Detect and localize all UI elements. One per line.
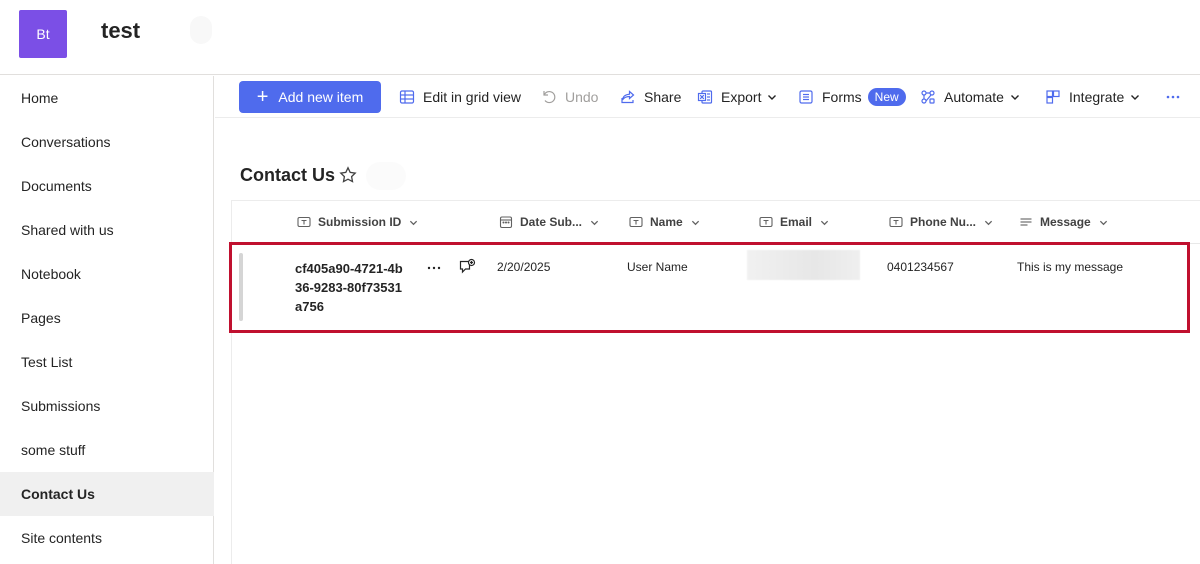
add-new-item-button[interactable]: + Add new item	[239, 81, 381, 113]
grid-icon	[399, 90, 415, 104]
text-field-icon	[759, 216, 773, 228]
undo-icon	[543, 91, 556, 104]
text-field-icon	[889, 216, 903, 228]
export-button[interactable]: Export	[697, 81, 777, 113]
header-placeholder	[190, 16, 212, 44]
left-nav: Home Conversations Documents Shared with…	[0, 76, 214, 564]
edit-grid-view-button[interactable]: Edit in grid view	[399, 81, 521, 113]
column-header-date-submitted[interactable]: Date Sub...	[499, 201, 599, 243]
chevron-down-icon	[1010, 95, 1019, 100]
nav-item-site-contents[interactable]: Site contents	[0, 516, 214, 560]
plus-icon: +	[256, 86, 269, 108]
undo-button[interactable]: Undo	[541, 81, 598, 113]
calendar-icon	[499, 216, 513, 229]
title-placeholder	[366, 162, 406, 190]
nav-item-conversations[interactable]: Conversations	[0, 120, 214, 164]
column-header-email[interactable]: Email	[759, 201, 829, 243]
more-options-icon[interactable]	[425, 259, 443, 277]
add-new-item-label: Add new item	[278, 89, 364, 105]
automate-icon	[921, 90, 935, 104]
row-selection-bar[interactable]	[239, 253, 243, 321]
cell-name: User Name	[627, 260, 688, 274]
text-field-icon	[297, 216, 311, 228]
column-label: Date Sub...	[520, 215, 583, 229]
column-header-phone-number[interactable]: Phone Nu...	[889, 201, 993, 243]
command-bar: + Add new item Edit in grid view Undo Sh…	[215, 76, 1200, 118]
nav-item-notebook[interactable]: Notebook	[0, 252, 214, 296]
chevron-down-icon	[768, 95, 777, 100]
share-label: Share	[644, 89, 682, 105]
chevron-down-icon	[590, 220, 599, 225]
site-title[interactable]: test	[101, 18, 140, 44]
more-commands-button[interactable]	[1165, 81, 1189, 113]
undo-label: Undo	[565, 89, 599, 105]
list-title: Contact Us	[240, 165, 336, 185]
share-button[interactable]: Share	[620, 81, 681, 113]
edit-grid-view-label: Edit in grid view	[423, 89, 522, 105]
chevron-down-icon	[1099, 220, 1107, 225]
cell-phone-number: 0401234567	[887, 260, 954, 274]
cell-date-submitted: 2/20/2025	[497, 260, 551, 274]
header-divider	[231, 243, 1200, 244]
forms-button[interactable]: Forms New	[798, 81, 906, 113]
nav-item-test-list[interactable]: Test List	[0, 340, 214, 384]
share-icon	[621, 90, 635, 104]
nav-item-some-stuff[interactable]: some stuff	[0, 428, 214, 472]
integrate-label: Integrate	[1069, 89, 1125, 105]
nav-item-submissions[interactable]: Submissions	[0, 384, 214, 428]
column-label: Email	[780, 215, 813, 229]
column-label: Submission ID	[318, 215, 402, 229]
new-badge: New	[867, 88, 906, 106]
cell-email-redacted	[747, 250, 860, 280]
integrate-icon	[1046, 90, 1060, 104]
column-label: Message	[1040, 215, 1091, 229]
site-logo[interactable]: Bt	[19, 10, 67, 58]
integrate-button[interactable]: Integrate	[1045, 81, 1140, 113]
nav-item-home[interactable]: Home	[0, 76, 214, 120]
nav-item-documents[interactable]: Documents	[0, 164, 214, 208]
multiline-text-icon	[1020, 218, 1032, 226]
chevron-down-icon	[691, 220, 699, 225]
column-header-name[interactable]: Name	[629, 201, 700, 243]
automate-button[interactable]: Automate	[920, 81, 1020, 113]
export-label: Export	[721, 89, 762, 105]
more-icon	[1166, 95, 1180, 99]
column-label: Name	[650, 215, 683, 229]
nav-item-contact-us[interactable]: Contact Us	[0, 472, 214, 516]
chevron-down-icon	[820, 220, 829, 225]
forms-label: Forms	[822, 89, 862, 105]
text-field-icon	[629, 216, 643, 228]
forms-icon	[799, 90, 813, 104]
star-icon[interactable]	[339, 166, 357, 184]
chevron-down-icon	[984, 220, 993, 225]
column-header-submission-id[interactable]: Submission ID	[297, 201, 418, 243]
column-header-message[interactable]: Message	[1019, 201, 1108, 243]
cell-submission-id[interactable]: cf405a90-4721-4b36-9283-80f73531a756	[295, 259, 405, 316]
chevron-down-icon	[1131, 95, 1140, 100]
cell-message: This is my message	[1017, 260, 1124, 274]
excel-icon	[697, 90, 713, 104]
site-header: Bt test	[0, 0, 1200, 75]
automate-label: Automate	[944, 89, 1004, 105]
nav-item-pages[interactable]: Pages	[0, 296, 214, 340]
column-label: Phone Nu...	[910, 215, 976, 229]
nav-item-shared-with-us[interactable]: Shared with us	[0, 208, 214, 252]
list-panel	[231, 200, 1200, 564]
add-comment-icon[interactable]	[458, 258, 476, 276]
chevron-down-icon	[410, 220, 418, 225]
